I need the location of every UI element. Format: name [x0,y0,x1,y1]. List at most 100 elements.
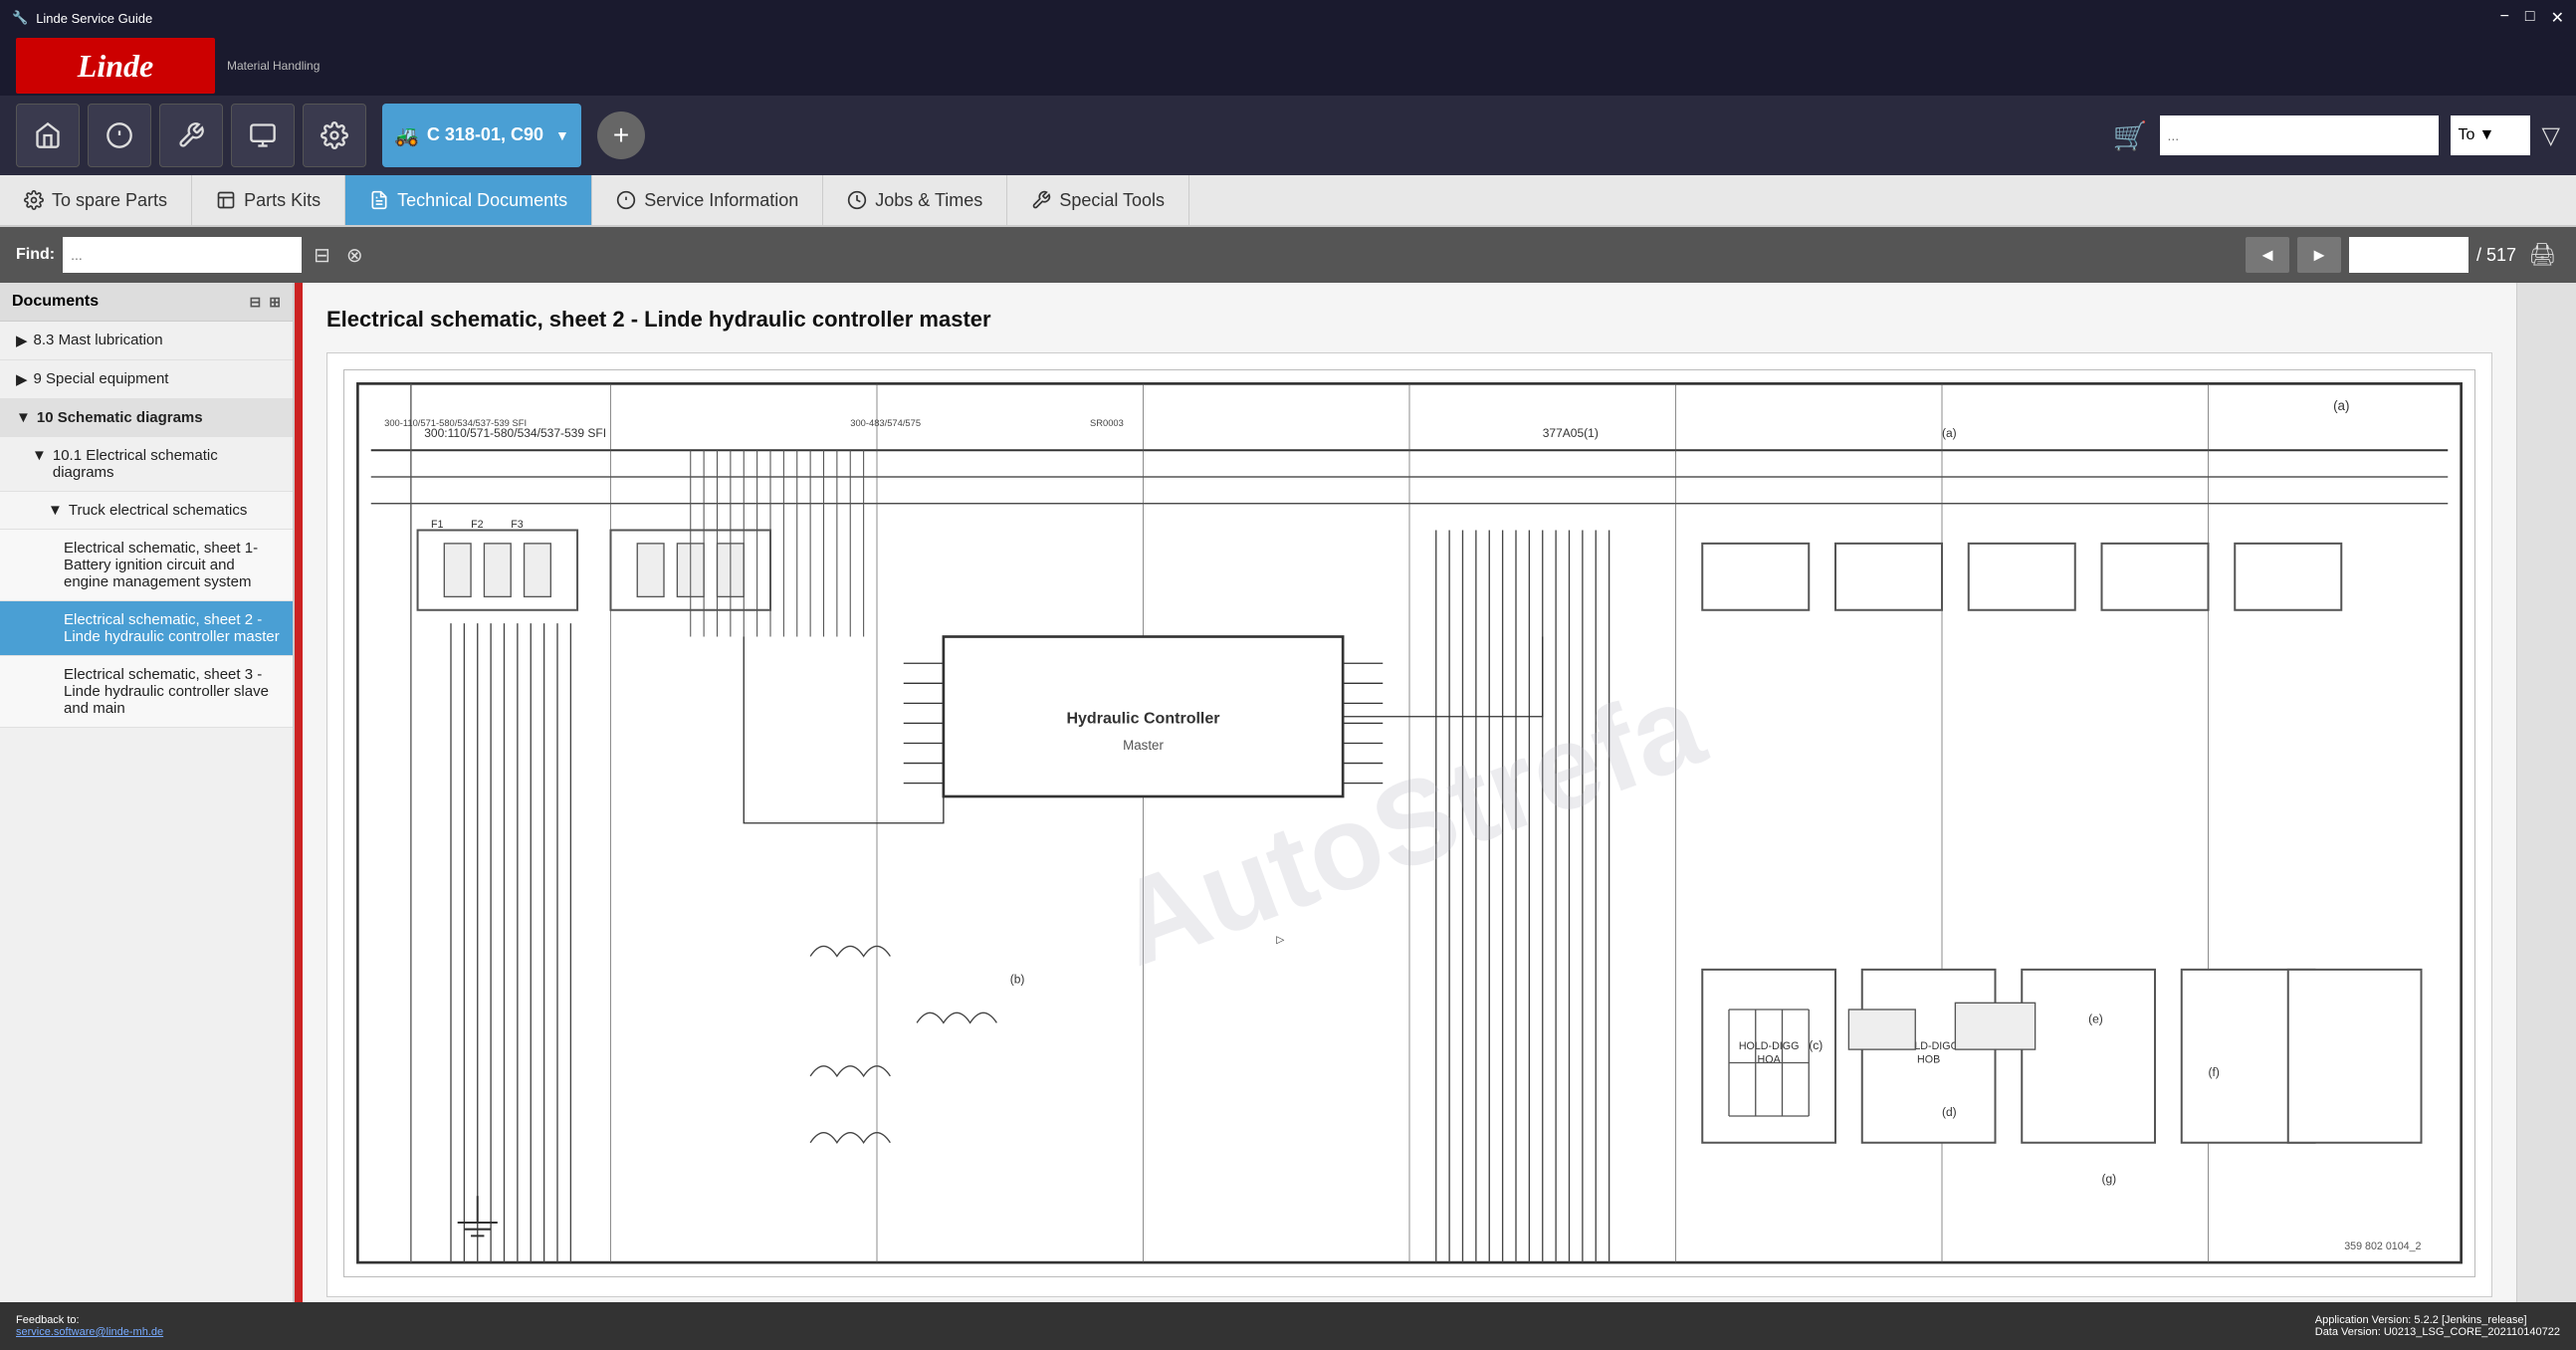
svg-text:HOB: HOB [1917,1054,1940,1066]
special-tools-label: Special Tools [1059,190,1165,211]
jobs-times-label: Jobs & Times [875,190,982,211]
next-page-button[interactable]: ► [2297,237,2341,273]
sidebar-item-truck-electrical[interactable]: ▼ Truck electrical schematics [0,492,293,530]
maximize-button[interactable]: □ [2525,8,2535,28]
electrical-schematic-label: 10.1 Electrical schematic diagrams [53,447,281,481]
svg-text:Hydraulic Controller: Hydraulic Controller [1066,709,1219,727]
home-icon [34,121,62,149]
add-vehicle-button[interactable]: + [597,112,645,159]
parts-kits-label: Parts Kits [244,190,321,211]
info-icon [106,121,133,149]
electrical-schematic-arrow: ▼ [32,447,47,464]
svg-text:(d): (d) [1942,1105,1957,1119]
svg-text:(a): (a) [2333,398,2349,413]
filter-icon[interactable]: ▽ [2542,121,2560,150]
special-equipment-arrow: ▶ [16,370,28,388]
svg-text:(c): (c) [1809,1038,1823,1052]
main-layout: Documents ⊟ ⊞ ▶ 8.3 Mast lubrication ▶ 9… [0,283,2576,1302]
schematic-diagrams-arrow: ▼ [16,409,31,426]
svg-text:▷: ▷ [1276,934,1285,946]
page-total: / 517 [2476,245,2516,266]
find-filter-button[interactable]: ⊟ [310,239,334,272]
find-input[interactable] [63,237,302,273]
settings-button[interactable] [303,104,366,167]
content-area: Electrical schematic, sheet 2 - Linde hy… [303,283,2516,1302]
feedback-section: Feedback to: service.software@linde-mh.d… [16,1314,163,1338]
sheet1-label: Electrical schematic, sheet 1- Battery i… [64,540,281,590]
find-bar: Find: ⊟ ⊗ ◄ ► 319 / 517 🖨 [0,227,2576,283]
svg-text:HOLD-DIGG: HOLD-DIGG [1739,1040,1800,1052]
info-button[interactable] [88,104,151,167]
title-bar: 🔧 Linde Service Guide − □ ✕ [0,0,2576,36]
footer: Feedback to: service.software@linde-mh.d… [0,1302,2576,1350]
sidebar-collapse-all-icon[interactable]: ⊟ [250,294,262,311]
cart-icon[interactable]: 🛒 [2113,119,2148,152]
feedback-label: Feedback to: [16,1314,80,1326]
close-button[interactable]: ✕ [2551,8,2564,28]
sidebar-item-schematic-diagrams[interactable]: ▼ 10 Schematic diagrams [0,399,293,437]
gear-icon [321,121,348,149]
sidebar: Documents ⊟ ⊞ ▶ 8.3 Mast lubrication ▶ 9… [0,283,295,1302]
tab-parts-kits[interactable]: Parts Kits [192,175,345,225]
svg-text:Master: Master [1123,738,1164,753]
print-button[interactable]: 🖨 [2524,238,2560,272]
app-title: Linde Service Guide [36,11,152,26]
parts-button[interactable] [231,104,295,167]
vehicle-dropdown-arrow: ▼ [555,127,569,143]
sidebar-item-electrical-schematic-diagrams[interactable]: ▼ 10.1 Electrical schematic diagrams [0,437,293,492]
sidebar-wrapper: Documents ⊟ ⊞ ▶ 8.3 Mast lubrication ▶ 9… [0,283,303,1302]
svg-text:(g): (g) [2102,1172,2117,1186]
svg-text:(a): (a) [1942,426,1957,440]
find-clear-button[interactable]: ⊗ [342,239,367,272]
special-tools-icon [1031,190,1051,210]
right-panel [2516,283,2576,1302]
tab-special-tools[interactable]: Special Tools [1007,175,1189,225]
app-icon: 🔧 [12,10,28,26]
svg-text:F1: F1 [431,519,444,531]
sidebar-expand-all-icon[interactable]: ⊞ [269,294,281,311]
svg-text:(b): (b) [1010,972,1025,986]
doc-title: Electrical schematic, sheet 2 - Linde hy… [326,307,2492,333]
sidebar-item-sheet2[interactable]: Electrical schematic, sheet 2 - Linde hy… [0,601,293,656]
app-version: Application Version: 5.2.2 [Jenkins_rele… [2315,1314,2560,1326]
to-arrow: ▼ [2478,126,2494,144]
svg-text:377A05(1): 377A05(1) [1543,426,1599,440]
sidebar-item-mast-lubrication[interactable]: ▶ 8.3 Mast lubrication [0,322,293,360]
sidebar-title: Documents [12,293,99,311]
red-strip [295,283,303,1302]
sidebar-item-sheet3[interactable]: Electrical schematic, sheet 3 - Linde hy… [0,656,293,728]
vehicle-icon: 🚜 [394,123,419,148]
to-dropdown[interactable]: To ▼ [2451,115,2530,155]
brand-bar: Linde Material Handling [0,36,2576,96]
feedback-email[interactable]: service.software@linde-mh.de [16,1326,163,1338]
tab-service-information[interactable]: Service Information [592,175,823,225]
wrench-icon [177,121,205,149]
truck-electrical-label: Truck electrical schematics [69,502,248,519]
prev-page-button[interactable]: ◄ [2246,237,2289,273]
svg-text:SR0003: SR0003 [1090,418,1124,428]
service-info-icon [616,190,636,210]
home-button[interactable] [16,104,80,167]
svg-text:(f): (f) [2209,1065,2220,1079]
jobs-times-icon [847,190,867,210]
mast-lubrication-label: 8.3 Mast lubrication [34,332,163,348]
technical-docs-icon [369,190,389,210]
svg-text:(e): (e) [2088,1012,2103,1025]
tools-button[interactable] [159,104,223,167]
tab-spare-parts[interactable]: To spare Parts [0,175,192,225]
tab-technical-documents[interactable]: Technical Documents [345,175,592,225]
vehicle-selector[interactable]: 🚜 C 318-01, C90 ▼ [382,104,581,167]
page-number-input[interactable]: 319 [2349,237,2469,273]
sidebar-item-special-equipment[interactable]: ▶ 9 Special equipment [0,360,293,399]
toolbar: 🚜 C 318-01, C90 ▼ + 🛒 To ▼ ▽ [0,96,2576,175]
parts-kits-icon [216,190,236,210]
to-label: To [2459,126,2475,144]
schematic-svg: (a) 300:110/571-580/534/537-539 SFI 377A… [343,369,2475,1277]
spare-parts-label: To spare Parts [52,190,167,211]
minimize-button[interactable]: − [2500,8,2509,28]
svg-text:F2: F2 [471,519,484,531]
search-input[interactable] [2160,115,2439,155]
tab-jobs-times[interactable]: Jobs & Times [823,175,1007,225]
brand-logo: Linde [16,38,215,94]
sidebar-item-sheet1[interactable]: Electrical schematic, sheet 1- Battery i… [0,530,293,601]
